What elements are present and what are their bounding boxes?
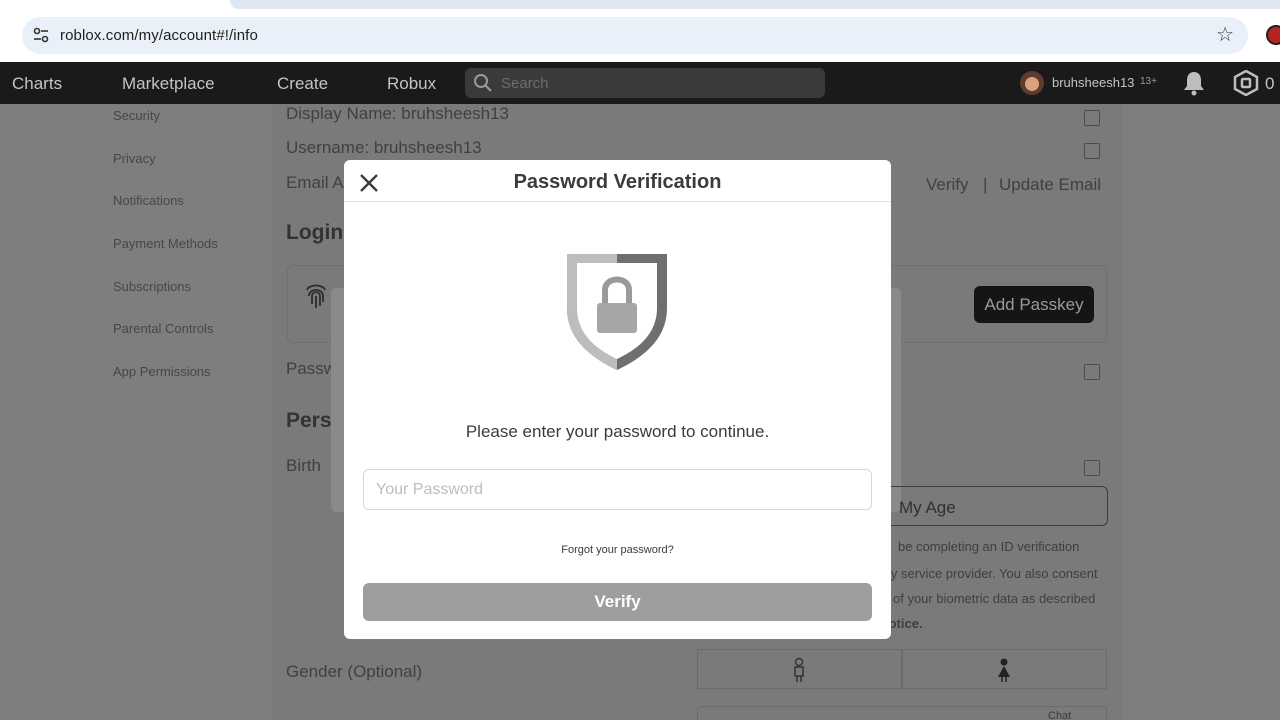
- age-badge: 13+: [1140, 76, 1157, 87]
- nav-robux[interactable]: Robux: [387, 74, 436, 94]
- search-placeholder: Search: [501, 75, 549, 92]
- password-label: Passw: [286, 359, 337, 378]
- nav-create[interactable]: Create: [277, 74, 328, 94]
- bookmark-star-icon[interactable]: ☆: [1216, 24, 1234, 46]
- notification-bell-icon[interactable]: [1182, 70, 1206, 96]
- edit-password-icon[interactable]: [1084, 364, 1100, 380]
- modal-divider: [344, 201, 891, 202]
- gender-male-option[interactable]: [697, 649, 902, 689]
- birthday-label: Birth: [286, 456, 321, 475]
- modal-title: Password Verification: [513, 171, 722, 193]
- verify-age-label: My Age: [899, 498, 956, 517]
- search-icon: [474, 74, 492, 92]
- robux-count: 0: [1265, 74, 1275, 93]
- top-navigation: Charts Marketplace Create Robux Search b…: [0, 62, 1280, 104]
- link-separator: |: [983, 175, 988, 194]
- password-verification-modal: Password Verification Please enter your …: [344, 160, 891, 639]
- site-settings-icon[interactable]: [32, 26, 50, 44]
- consent-text-line: of your biometric data as described: [893, 591, 1096, 606]
- sidebar-item-subscriptions[interactable]: Subscriptions: [113, 279, 191, 294]
- female-icon: [998, 658, 1010, 682]
- edit-display-name-icon[interactable]: [1084, 110, 1100, 126]
- shield-lock-icon: [567, 254, 667, 370]
- modal-message: Please enter your password to continue.: [465, 422, 770, 441]
- sidebar-item-payment-methods[interactable]: Payment Methods: [113, 236, 218, 251]
- language-select[interactable]: [697, 706, 1107, 720]
- sidebar-item-security[interactable]: Security: [113, 108, 160, 123]
- avatar[interactable]: [1020, 71, 1044, 95]
- browser-profile-icon[interactable]: [1266, 25, 1280, 45]
- email-label: Email A: [286, 173, 344, 192]
- password-input[interactable]: [363, 469, 872, 510]
- fingerprint-icon: [306, 284, 326, 308]
- robux-icon[interactable]: [1233, 70, 1259, 96]
- gender-label: Gender (Optional): [286, 662, 423, 681]
- tab-strip: [230, 0, 1280, 9]
- nav-marketplace[interactable]: Marketplace: [122, 74, 215, 94]
- display-name-row: Display Name: bruhsheesh13: [286, 104, 510, 123]
- nav-username[interactable]: bruhsheesh13: [1052, 75, 1134, 90]
- sidebar-item-notifications[interactable]: Notifications: [113, 193, 184, 208]
- update-email-link[interactable]: Update Email: [999, 175, 1101, 195]
- username-row: Username: bruhsheesh13: [286, 138, 482, 157]
- sidebar-item-parental-controls[interactable]: Parental Controls: [113, 321, 213, 336]
- verify-email-link[interactable]: Verify: [926, 175, 969, 195]
- verify-age-button[interactable]: My Age: [880, 486, 1108, 526]
- gender-female-option[interactable]: [902, 649, 1107, 689]
- browser-toolbar: roblox.com/my/account#!/info ☆: [0, 0, 1280, 62]
- edit-birthday-icon[interactable]: [1084, 460, 1100, 476]
- nav-charts[interactable]: Charts: [12, 74, 62, 94]
- sidebar-item-app-permissions[interactable]: App Permissions: [113, 364, 211, 379]
- consent-text-line: be completing an ID verification: [898, 539, 1080, 554]
- edit-username-icon[interactable]: [1084, 143, 1100, 159]
- chat-tab[interactable]: Chat: [1048, 710, 1071, 720]
- male-icon: [794, 657, 804, 682]
- search-input[interactable]: Search: [465, 68, 825, 98]
- add-passkey-button[interactable]: Add Passkey: [974, 286, 1094, 323]
- forgot-password-link[interactable]: Forgot your password?: [344, 544, 891, 556]
- login-heading: Login: [286, 221, 344, 244]
- verify-button[interactable]: Verify: [363, 583, 872, 621]
- sidebar-item-privacy[interactable]: Privacy: [113, 151, 156, 166]
- address-bar[interactable]: roblox.com/my/account#!/info ☆: [22, 17, 1248, 54]
- consent-text-line: ly service provider. You also consent: [888, 566, 1098, 581]
- url-text[interactable]: roblox.com/my/account#!/info: [60, 27, 258, 44]
